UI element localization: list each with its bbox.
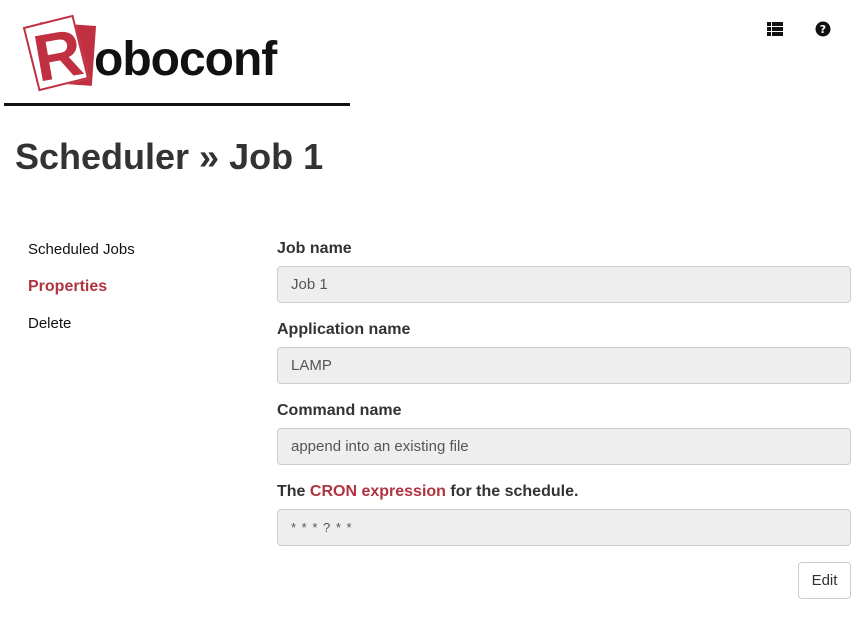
job-properties-form: Job name Job 1 Application name LAMP Com… [277,238,851,562]
sidebar-nav: Scheduled Jobs Properties Delete [28,238,135,349]
application-name-label: Application name [277,321,411,338]
application-name-field[interactable]: LAMP [277,347,851,384]
top-icons: ? [766,20,832,38]
sidebar-item-properties[interactable]: Properties [28,275,135,299]
list-icon[interactable] [766,20,784,38]
header-divider [4,103,350,106]
sidebar-item-scheduled-jobs[interactable]: Scheduled Jobs [28,238,135,262]
logo-mark: R [22,14,97,96]
page-title: Scheduler » Job 1 [15,136,324,177]
help-icon[interactable]: ? [814,20,832,38]
cron-label-prefix: The [277,483,310,500]
job-name-label: Job name [277,240,352,257]
cron-expression-field[interactable]: * * * ? * * [277,509,851,546]
job-name-field[interactable]: Job 1 [277,266,851,303]
cron-label-suffix: for the schedule. [445,483,579,500]
cron-expression-link[interactable]: CRON expression [310,483,446,500]
cron-expression-label: The CRON expression for the schedule. [277,481,851,503]
roboconf-logo: R oboconf [22,14,277,96]
edit-button[interactable]: Edit [798,562,851,599]
logo-text: oboconf [94,33,277,86]
svg-text:?: ? [820,23,826,36]
sidebar-item-delete[interactable]: Delete [28,312,135,336]
command-name-label: Command name [277,402,402,419]
command-name-field[interactable]: append into an existing file [277,428,851,465]
